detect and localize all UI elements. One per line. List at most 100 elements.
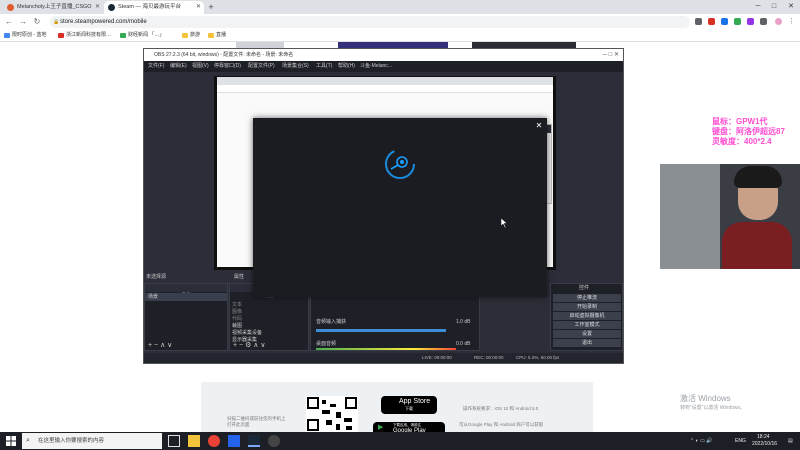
qr-instruction-text: 扫描二维码或前往您的手机上打开此页面 <box>227 416 286 427</box>
properties-button[interactable]: 属性 <box>234 273 244 281</box>
scenes-dock: 场景 场景 + − ∧ ∨ <box>144 283 228 351</box>
requirements-text: 操作系统要求：iOS 10 和 Android 5.0 <box>463 406 539 411</box>
chrome-icon[interactable] <box>208 435 220 447</box>
mouse-cursor-icon <box>501 218 508 228</box>
tab-label: Steam — 海贝最游玩平台 <box>118 4 181 10</box>
scene-item[interactable]: 场景 <box>145 293 227 301</box>
file-explorer-icon[interactable] <box>188 435 200 447</box>
maximize-button[interactable]: □ <box>766 0 782 14</box>
share-icon[interactable] <box>695 18 702 25</box>
tab-steam[interactable]: Steam — 海贝最游玩平台 ✕ <box>104 1 204 14</box>
menu-file[interactable]: 文件(F) <box>148 61 164 72</box>
mouse-overlay-text: 鼠标：GPW1代 <box>712 117 768 126</box>
preview-tab-bar <box>217 77 553 85</box>
webcam-background <box>660 164 720 269</box>
obs-menu-bar: 文件(F) 编辑(E) 视图(V) 停靠窗口(D) 配置文件(P) 场景集合(S… <box>144 61 623 72</box>
controls-header: 控件 <box>579 285 590 291</box>
scenes-header: 场景 <box>145 284 227 299</box>
sensitivity-overlay-text: 灵敏度：400*2.4 <box>712 137 772 146</box>
close-tab-icon[interactable]: ✕ <box>196 1 201 14</box>
stop-streaming-button[interactable]: 停止推流 <box>553 294 621 302</box>
input-language[interactable]: ENG <box>735 432 746 450</box>
bookmarks-bar: 限时原创 - 蓝地 浙江新闻科技有限… 财经新闻 「…」 旅游 直播 <box>0 30 800 42</box>
forward-button[interactable]: → <box>18 17 28 27</box>
tray-icons[interactable]: ⌃ ◐ ▭ 🔊 <box>690 432 712 450</box>
bookmark-item[interactable]: 直播 <box>208 30 226 41</box>
no-source-label: 未选择源 <box>146 274 167 280</box>
menu-help[interactable]: 帮助(H) <box>338 61 355 72</box>
back-button[interactable]: ← <box>4 17 14 27</box>
steam-favicon-icon <box>108 4 115 11</box>
extension-icon[interactable] <box>734 18 741 25</box>
new-tab-button[interactable]: + <box>206 2 216 12</box>
bookmark-item[interactable]: 限时原创 - 蓝地 <box>4 30 46 41</box>
bookmark-item[interactable]: 浙江新闻科技有限… <box>58 30 111 41</box>
windows-start-icon[interactable] <box>6 436 16 446</box>
taskbar-search-input[interactable]: ⌕ 在这里输入你要搜索的内容 <box>22 433 162 449</box>
close-icon[interactable]: ✕ <box>534 121 544 131</box>
studio-mode-button[interactable]: 工作室模式 <box>553 321 621 329</box>
menu-edit[interactable]: 编辑(E) <box>170 61 187 72</box>
audio-track-db: 0.0 dB <box>456 341 471 347</box>
bookmark-icon <box>58 33 64 38</box>
windows-taskbar: ⌕ 在这里输入你要搜索的内容 ⌃ ◐ ▭ 🔊 ENG 18:24 2022/10… <box>0 432 800 450</box>
menu-icon[interactable]: ⋮ <box>788 18 795 25</box>
google-play-icon: ▶ <box>378 424 384 431</box>
obs-status-bar: LIVE: 00:00:00 REC: 00:00:00 CPU: 5.3%, … <box>144 353 623 363</box>
obs-window-controls[interactable]: ─ □ ✕ <box>603 49 619 61</box>
audio-volume-slider[interactable] <box>316 329 446 332</box>
tab-melancholy[interactable]: Melancholy上王子直播_CSGO ✕ <box>3 1 103 14</box>
webcam-person-shirt <box>722 222 792 269</box>
menu-scene-collection[interactable]: 场景集合(S) <box>282 61 309 72</box>
lock-icon: 🔒 <box>53 19 60 25</box>
obs-title-bar: OBS 27.2.3 (64 bit, windows) - 配置文件: 未命名… <box>144 49 623 61</box>
clock-time[interactable]: 18:24 <box>757 434 770 441</box>
source-toolbar[interactable]: + − ⚙ ∧ ∨ <box>233 342 265 350</box>
scene-toolbar[interactable]: + − ∧ ∨ <box>148 342 172 350</box>
steam-download-section: 扫描二维码或前往您的手机上打开此页面 App Store 下载 ▶ 下载应用，请… <box>201 382 593 436</box>
extension-icon[interactable] <box>747 18 754 25</box>
reload-button[interactable]: ↻ <box>32 17 42 27</box>
minimize-button[interactable]: ─ <box>750 0 766 14</box>
extension-icon[interactable] <box>721 18 728 25</box>
extension-icon[interactable] <box>708 18 715 25</box>
folder-icon <box>182 33 188 38</box>
menu-view[interactable]: 视图(V) <box>192 61 209 72</box>
activate-windows-sub: 转到“设置”以激活 Windows。 <box>680 405 746 411</box>
menu-profile[interactable]: 配置文件(P) <box>248 61 275 72</box>
start-virtual-camera-button[interactable]: 启动虚拟摄像机 <box>553 312 621 320</box>
clock-date[interactable]: 2022/10/16 <box>752 441 777 448</box>
app-store-label: App Store <box>399 398 431 405</box>
menu-plugin[interactable]: 斗鱼-Melanc... <box>360 61 392 72</box>
exit-button[interactable]: 退出 <box>553 339 621 347</box>
audio-track-db: 1.0 dB <box>456 319 471 325</box>
obs-taskbar-icon[interactable] <box>268 435 280 447</box>
bookmark-icon <box>120 33 126 38</box>
bookmark-item[interactable]: 旅游 <box>182 30 200 41</box>
audio-meter <box>316 348 456 350</box>
address-bar[interactable]: 🔒 store.steampowered.com/mobile <box>50 16 690 28</box>
close-window-button[interactable]: ✕ <box>783 0 799 14</box>
start-recording-button[interactable]: 开始录制 <box>553 303 621 311</box>
settings-button[interactable]: 设置 <box>553 330 621 338</box>
keyboard-overlay-text: 键盘：阿洛伊超远87 <box>712 127 785 136</box>
notifications-icon[interactable]: ▤ <box>788 432 793 450</box>
app-icon[interactable] <box>228 435 240 447</box>
bookmark-icon <box>4 33 10 38</box>
steam-taskbar-icon[interactable] <box>248 435 260 447</box>
steam-loading-dialog: ✕ <box>253 118 547 297</box>
activate-windows-title: 激活 Windows <box>680 394 731 403</box>
profile-avatar[interactable] <box>775 18 782 25</box>
extensions-puzzle-icon[interactable] <box>760 18 767 25</box>
url-text: store.steampowered.com/mobile <box>60 19 147 25</box>
live-timer: LIVE: 00:00:00 <box>422 355 452 360</box>
menu-tools[interactable]: 工具(T) <box>316 61 332 72</box>
bookmark-item[interactable]: 财经新闻 「…」 <box>120 30 164 41</box>
task-view-icon[interactable] <box>168 435 180 447</box>
menu-docks[interactable]: 停靠窗口(D) <box>214 61 241 72</box>
app-store-button[interactable]: App Store 下载 <box>381 396 437 414</box>
close-tab-icon[interactable]: ✕ <box>95 1 100 14</box>
preview-address-bar <box>217 85 553 93</box>
site-favicon-icon <box>7 4 14 11</box>
qr-code-icon <box>306 396 358 432</box>
